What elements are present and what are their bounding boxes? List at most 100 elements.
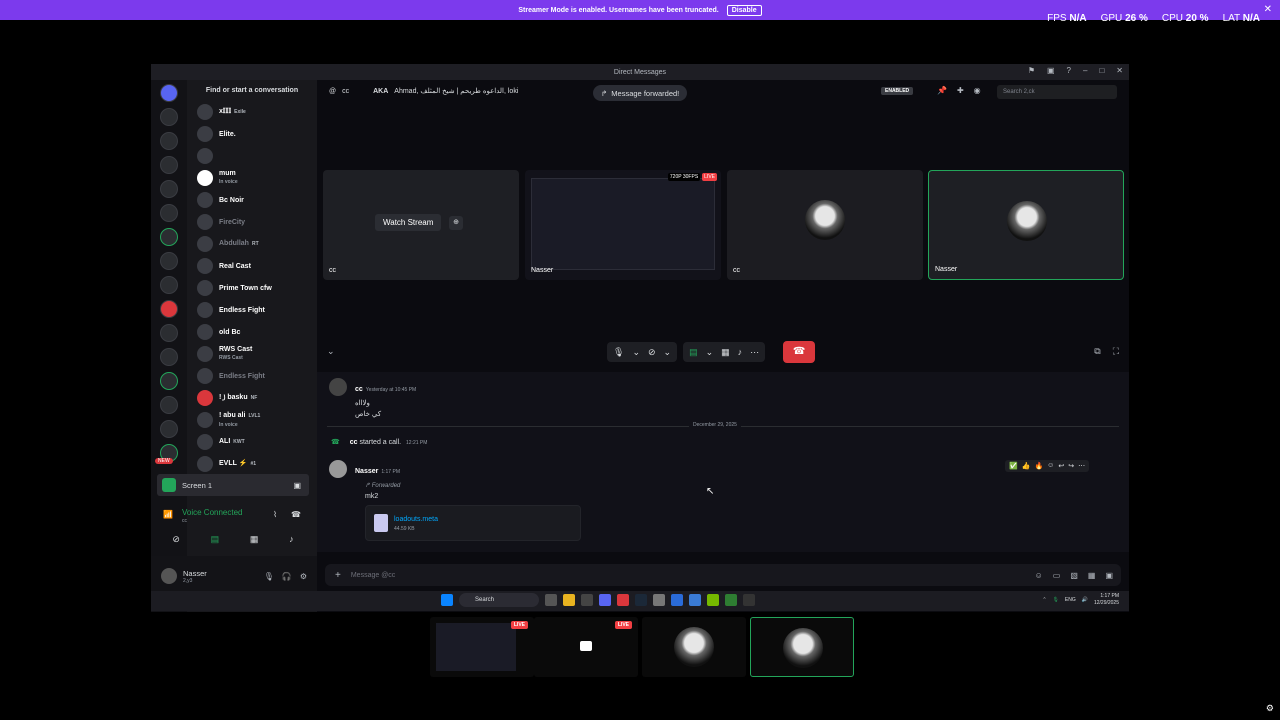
server-icon[interactable]: [160, 252, 178, 270]
task-view-icon[interactable]: [545, 594, 557, 606]
headphones-icon[interactable]: 🎧: [282, 572, 292, 581]
gift-icon[interactable]: ▣: [1105, 571, 1113, 580]
popout-icon[interactable]: ⊕: [449, 216, 463, 230]
home-icon[interactable]: [160, 84, 178, 102]
avatar[interactable]: [329, 378, 347, 396]
nvidia-icon[interactable]: [707, 594, 719, 606]
voice-connected-label[interactable]: Voice Connected: [182, 508, 243, 517]
participant-tile[interactable]: cc: [727, 170, 923, 280]
dm-item[interactable]: Real Cast: [193, 256, 315, 276]
participant-thumbnail[interactable]: [642, 617, 746, 677]
pin-icon[interactable]: 📌: [937, 86, 947, 95]
message-author[interactable]: Nasser: [355, 468, 378, 475]
camera-off-icon[interactable]: ⊘: [172, 534, 180, 545]
dm-item[interactable]: x𝕀𝕀𝕀 Exile: [193, 102, 315, 122]
screen-share-panel[interactable]: Screen 1 ▣: [157, 474, 309, 496]
message-author[interactable]: cc: [355, 386, 363, 393]
stream-thumbnail[interactable]: LIVE: [534, 617, 638, 677]
chevron-down-icon[interactable]: ⌄: [706, 347, 714, 358]
share-screen-icon[interactable]: ▤: [211, 534, 220, 545]
mic-control[interactable]: 🎙 ⌄ ⊘ ⌄: [607, 342, 678, 362]
maximize-icon[interactable]: □: [1099, 66, 1104, 75]
server-icon[interactable]: [160, 348, 178, 366]
participant-tile[interactable]: Nasser: [928, 170, 1124, 280]
server-icon[interactable]: [160, 132, 178, 150]
app-icon[interactable]: [671, 594, 683, 606]
server-icon[interactable]: [160, 180, 178, 198]
find-conversation-button[interactable]: Find or start a conversation: [193, 84, 311, 98]
discord-icon[interactable]: [599, 594, 611, 606]
server-icon[interactable]: [160, 204, 178, 222]
stream-thumbnail[interactable]: LIVE: [430, 617, 534, 677]
disable-streamer-mode-button[interactable]: Disable: [726, 4, 762, 16]
server-icon[interactable]: [160, 156, 178, 174]
server-icon[interactable]: [160, 420, 178, 438]
search-input[interactable]: Search 2,ck: [997, 85, 1117, 99]
app-icon[interactable]: [617, 594, 629, 606]
dm-item[interactable]: mum In voice: [193, 168, 315, 188]
steam-icon[interactable]: [635, 594, 647, 606]
apps-icon[interactable]: ▦: [1088, 571, 1096, 580]
reply-icon[interactable]: ↩: [1058, 462, 1064, 470]
popout-icon[interactable]: ▣: [293, 481, 301, 490]
clock[interactable]: 1:17 PM 12/29/2025: [1094, 593, 1119, 607]
dm-item[interactable]: ! abu ali LVL1 In voice: [193, 410, 315, 430]
app-icon[interactable]: [743, 594, 755, 606]
dm-item[interactable]: Abdullah RT: [193, 234, 315, 254]
microphone-icon[interactable]: 🎙: [613, 347, 624, 358]
server-icon[interactable]: [160, 276, 178, 294]
dm-item[interactable]: RWS Cast RWS Cast: [193, 344, 315, 364]
message-input[interactable]: + Message @cc ☺ ▭ ▧ ▦ ▣: [325, 564, 1121, 586]
language-indicator[interactable]: ENG: [1065, 597, 1076, 603]
profile-icon[interactable]: ◉: [974, 86, 981, 95]
volume-icon[interactable]: 🔊: [1082, 597, 1088, 603]
chevron-down-icon[interactable]: ⌄: [327, 346, 335, 357]
chevron-down-icon[interactable]: ⌄: [664, 347, 672, 358]
check-emoji-icon[interactable]: ✅: [1009, 462, 1018, 470]
avatar[interactable]: [329, 460, 347, 478]
fullscreen-icon[interactable]: ⛶: [1113, 346, 1119, 357]
server-icon[interactable]: [160, 396, 178, 414]
plus-icon[interactable]: +: [335, 570, 341, 581]
stream-tile[interactable]: Watch Stream ⊕ cc: [323, 170, 519, 280]
dm-item[interactable]: Prime Town cfw: [193, 278, 315, 298]
share-control[interactable]: ▤ ⌄ ▦ ♪ ⋯: [683, 342, 766, 362]
emoji-picker-icon[interactable]: ☺: [1035, 571, 1043, 580]
dm-item[interactable]: FireCity: [193, 212, 315, 232]
gear-icon[interactable]: ⚙: [300, 572, 307, 581]
dm-item[interactable]: ! ꠸ basku NF: [193, 388, 315, 408]
add-reaction-icon[interactable]: ☺: [1047, 462, 1054, 470]
aka-names[interactable]: Ahmad, الداعوه طريحم | شيخ المثلف, loki: [394, 87, 518, 95]
more-icon[interactable]: ⋯: [750, 347, 759, 358]
app-icon[interactable]: [581, 594, 593, 606]
dm-item[interactable]: Elite.: [193, 124, 315, 144]
microphone-icon[interactable]: 🎙: [1053, 597, 1059, 603]
help-icon[interactable]: ?: [1067, 66, 1071, 75]
app-icon[interactable]: [725, 594, 737, 606]
share-screen-icon[interactable]: ▤: [689, 347, 698, 358]
sticker-icon[interactable]: ▧: [1070, 571, 1078, 580]
chevron-up-icon[interactable]: ⌃: [1042, 597, 1046, 603]
server-icon[interactable]: [160, 300, 178, 318]
dm-item[interactable]: Endless Fight: [193, 300, 315, 320]
file-explorer-icon[interactable]: [563, 594, 575, 606]
enabled-badge[interactable]: ENABLED: [881, 87, 914, 95]
settings-corner-icon[interactable]: ⚙: [1266, 703, 1274, 714]
watch-stream-button[interactable]: Watch Stream: [375, 214, 442, 231]
emoji-icon[interactable]: 👍: [1022, 462, 1031, 470]
forward-icon[interactable]: ↪: [1068, 462, 1074, 470]
overlay-close-icon[interactable]: ✕: [1264, 4, 1272, 15]
file-name[interactable]: loadouts.meta: [394, 516, 438, 523]
avatar[interactable]: [161, 568, 177, 584]
stream-tile[interactable]: 720P 30FPS LIVE Nasser: [525, 170, 721, 280]
minimize-icon[interactable]: –: [1083, 66, 1087, 75]
hang-up-button[interactable]: ☎: [783, 341, 816, 363]
flag-icon[interactable]: ⚑: [1028, 66, 1035, 75]
soundboard-icon[interactable]: ♪: [289, 534, 294, 545]
server-icon[interactable]: [160, 324, 178, 342]
fire-emoji-icon[interactable]: 🔥: [1034, 462, 1043, 470]
dm-item[interactable]: EVLL ⚡ #1: [193, 454, 315, 474]
microphone-icon[interactable]: 🎙: [264, 572, 274, 581]
activities-icon[interactable]: ▦: [250, 534, 259, 545]
server-icon[interactable]: [160, 108, 178, 126]
